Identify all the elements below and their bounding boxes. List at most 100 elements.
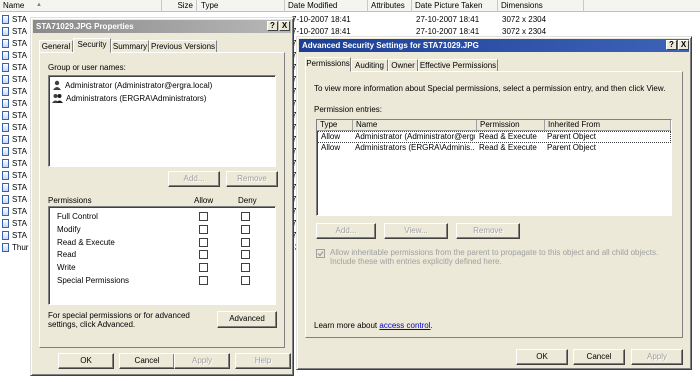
entries-table[interactable]: Type Name Permission Inherited From Allo… <box>316 119 672 216</box>
user-item[interactable]: Administrators (ERGRA\Administrators) <box>52 93 272 104</box>
deny-checkbox[interactable] <box>241 212 250 221</box>
jpeg-file-icon <box>2 207 9 216</box>
view-entry-button[interactable]: View... <box>384 223 448 239</box>
remove-button[interactable]: Remove <box>226 171 278 187</box>
jpeg-file-icon <box>2 87 9 96</box>
properties-titlebar: STA71029.JPG Properties ? X <box>33 20 291 33</box>
file-name: STA <box>12 135 27 144</box>
learn-suffix: . <box>430 321 433 330</box>
advanced-dialog: Advanced Security Settings for STA71029.… <box>296 36 692 370</box>
user-icon <box>52 80 62 90</box>
file-name: STA <box>12 183 27 192</box>
allow-checkbox[interactable] <box>199 237 208 247</box>
permission-label: Special Permissions <box>57 276 130 285</box>
learn-more: Learn more about access control. <box>314 321 433 330</box>
column-header-date-modified[interactable]: Date Modified <box>285 0 368 12</box>
advanced-button[interactable]: Advanced <box>217 311 277 328</box>
jpeg-file-icon <box>2 147 9 156</box>
jpeg-file-icon <box>2 183 9 192</box>
deny-checkbox[interactable] <box>241 250 250 260</box>
entry-name: Administrators (ERGRA\Adminis... <box>355 143 475 152</box>
close-title-button[interactable]: X <box>678 40 689 50</box>
dimensions-value: 3072 x 2304 <box>502 27 547 36</box>
column-header-dimensions[interactable]: Dimensions <box>498 0 584 12</box>
special-note: For special permissions or for advanced … <box>48 311 190 329</box>
entries-col-permission[interactable]: Permission <box>477 120 545 131</box>
user-item[interactable]: Administrator (Administrator@ergra.local… <box>52 80 272 91</box>
permission-label: Write <box>57 263 76 273</box>
entry-type: Allow <box>321 132 341 141</box>
file-name: STA <box>12 231 27 240</box>
cancel-button[interactable]: Cancel <box>573 349 625 365</box>
permissions-list: Full Control Modify Read & Execute Read Writ… <box>48 206 276 305</box>
add-button[interactable]: Add... <box>168 171 220 187</box>
allow-checkbox[interactable] <box>199 212 208 221</box>
entry-type: Allow <box>321 143 341 152</box>
ok-button[interactable]: OK <box>58 353 114 369</box>
properties-title: STA71029.JPG Properties <box>36 22 134 31</box>
column-header-attributes[interactable]: Attributes <box>368 0 412 12</box>
apply-button[interactable]: Apply <box>174 353 230 369</box>
column-header-size[interactable]: Size <box>162 0 197 12</box>
allow-checkbox[interactable] <box>199 250 208 260</box>
deny-checkbox[interactable] <box>241 224 250 234</box>
access-control-link[interactable]: access control <box>379 321 430 330</box>
file-name: STA <box>12 75 27 84</box>
help-button[interactable]: Help <box>235 353 291 369</box>
learn-prefix: Learn more about <box>314 321 378 330</box>
date-modified-value: 7-10-2007 18:41 <box>292 15 351 24</box>
entries-col-type[interactable]: Type <box>317 120 353 131</box>
user-name: Administrators (ERGRA\Administrators) <box>66 94 207 103</box>
date-taken-value: 27-10-2007 18:41 <box>416 27 480 36</box>
add-entry-button[interactable]: Add... <box>316 223 376 239</box>
deny-checkbox[interactable] <box>241 237 250 247</box>
user-list[interactable]: Administrator (Administrator@ergra.local… <box>48 75 276 167</box>
file-name: STA <box>12 63 27 72</box>
allow-checkbox[interactable] <box>199 263 208 273</box>
allow-header: Allow <box>194 196 214 205</box>
column-header-type[interactable]: Type <box>197 0 285 12</box>
permission-label: Read & Execute <box>57 237 115 247</box>
inherit-checkbox[interactable] <box>316 249 325 258</box>
close-title-button[interactable]: X <box>279 21 290 31</box>
ok-button[interactable]: OK <box>516 349 568 365</box>
permission-row: Special Permissions <box>49 275 273 286</box>
permission-entry-row[interactable]: Allow Administrator (Administrator@ergra.… <box>317 131 671 143</box>
column-header-date-taken[interactable]: Date Picture Taken <box>412 0 498 12</box>
jpeg-file-icon <box>2 123 9 132</box>
permission-row: Full Control <box>49 211 273 222</box>
column-name-label: Name <box>3 1 25 10</box>
jpeg-file-icon <box>2 63 9 72</box>
deny-checkbox[interactable] <box>241 276 250 285</box>
tab-permissions[interactable]: Permissions <box>305 57 351 72</box>
column-header-name[interactable]: Name ▲ <box>0 0 162 12</box>
info-text: To view more information about Special p… <box>314 84 666 93</box>
entry-permission: Read & Execute <box>479 143 537 152</box>
permission-row: Read & Execute <box>49 237 273 248</box>
security-panel: Group or user names: Administrator (Admi… <box>39 52 285 348</box>
remove-entry-button[interactable]: Remove <box>456 223 520 239</box>
jpeg-file-icon <box>2 135 9 144</box>
file-name: STA <box>12 207 27 216</box>
permissions-header: Permissions <box>48 196 92 205</box>
entries-col-name[interactable]: Name <box>353 120 477 131</box>
file-row-detail-1[interactable]: 27-10-2007 18:41 3072 x 2304 <box>412 15 592 25</box>
file-name: STA <box>12 195 27 204</box>
allow-checkbox[interactable] <box>199 224 208 234</box>
deny-checkbox[interactable] <box>241 263 250 273</box>
help-title-button[interactable]: ? <box>666 40 677 50</box>
cancel-button[interactable]: Cancel <box>119 353 175 369</box>
jpeg-file-icon <box>2 27 9 36</box>
inherit-text: Allow inheritable permissions from the p… <box>330 248 659 266</box>
file-name: STA <box>12 51 27 60</box>
apply-button[interactable]: Apply <box>631 349 683 365</box>
tab-security[interactable]: Security <box>73 38 111 53</box>
entries-col-inherited[interactable]: Inherited From <box>545 120 671 131</box>
file-name: STA <box>12 171 27 180</box>
jpeg-file-icon <box>2 99 9 108</box>
jpeg-file-icon <box>2 15 9 24</box>
permission-entry-row[interactable]: Allow Administrators (ERGRA\Adminis... Rea… <box>318 143 670 153</box>
help-title-button[interactable]: ? <box>267 21 278 31</box>
advanced-titlebar: Advanced Security Settings for STA71029.… <box>299 39 689 52</box>
allow-checkbox[interactable] <box>199 276 208 285</box>
